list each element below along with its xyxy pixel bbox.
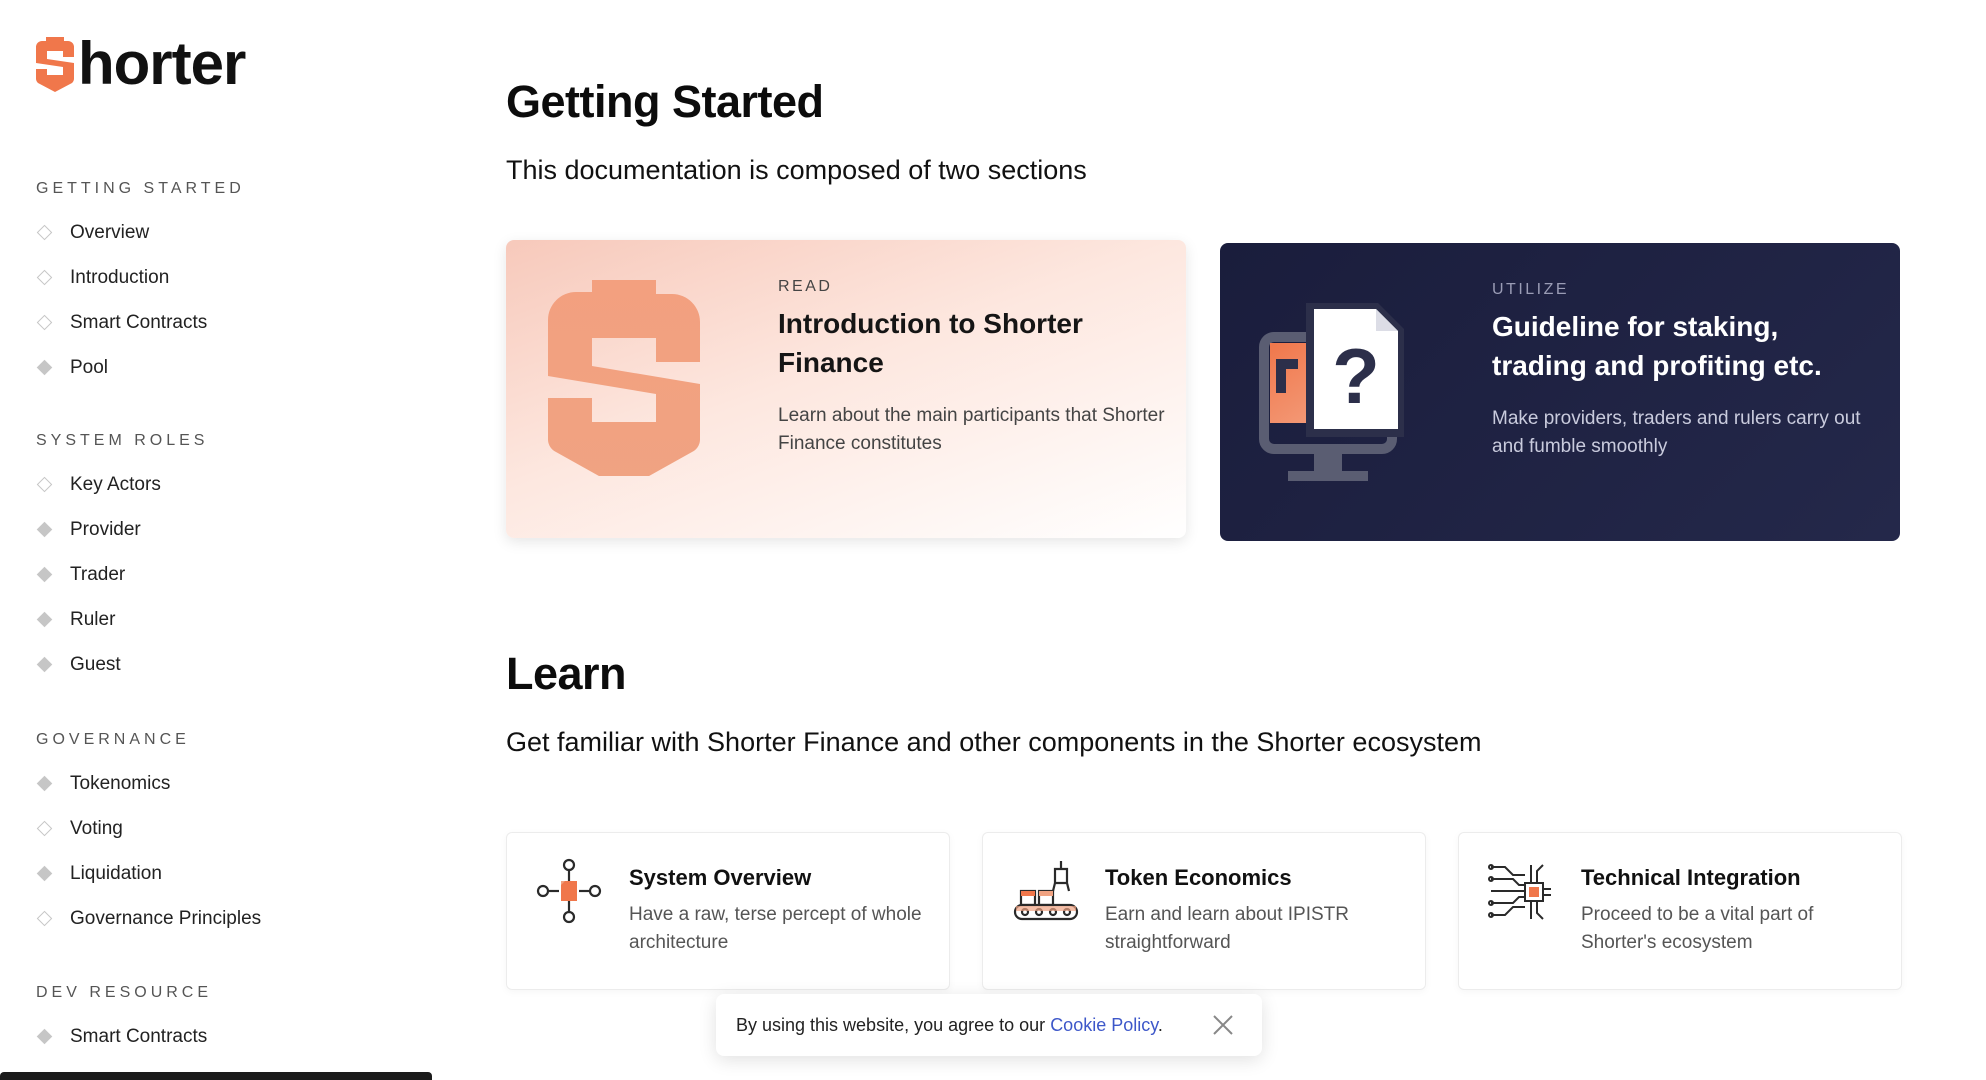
sidebar-item-key-actors[interactable]: Key Actors — [36, 462, 208, 507]
sidebar-item-label: Ruler — [70, 608, 116, 630]
sidebar-item-voting[interactable]: Voting — [36, 806, 261, 851]
brand-name: horter — [78, 30, 246, 97]
cookie-suffix: . — [1157, 1014, 1163, 1035]
sidebar-item-label: Governance Principles — [70, 907, 262, 929]
diamond-icon — [36, 1028, 53, 1045]
sidebar-item-trader[interactable]: Trader — [36, 552, 208, 597]
sidebar-item-label: Liquidation — [70, 862, 162, 884]
sidebar-item-label: Voting — [70, 817, 123, 839]
diamond-icon — [36, 359, 53, 376]
card-title: System Overview — [629, 865, 812, 890]
diamond-icon — [36, 521, 53, 538]
nav-heading: DEV RESOURCE — [36, 984, 213, 1001]
sidebar-item-pool[interactable]: Pool — [36, 345, 245, 390]
card-title: Technical Integration — [1581, 865, 1801, 890]
scroll-bar[interactable] — [0, 1072, 432, 1080]
sidebar-item-liquidation[interactable]: Liquidation — [36, 851, 261, 896]
sidebar-item-label: Smart Contracts — [70, 1025, 208, 1047]
network-node-icon — [536, 858, 602, 924]
diamond-icon — [36, 820, 53, 837]
sidebar-item-smart-contracts[interactable]: Smart Contracts — [36, 300, 245, 345]
card-description: Earn and learn about IPISTR straightforw… — [1105, 904, 1349, 953]
sidebar-item-dev-smart-contracts[interactable]: Smart Contracts — [36, 1014, 212, 1059]
card-technical-integration[interactable]: Technical Integration Proceed to be a vi… — [1458, 832, 1902, 990]
diamond-icon — [36, 314, 53, 331]
card-description: Learn about the main participants that S… — [778, 405, 1165, 454]
sidebar-item-label: Tokenomics — [70, 772, 171, 794]
sidebar-item-provider[interactable]: Provider — [36, 507, 208, 552]
shorter-logo-icon — [548, 280, 700, 476]
sidebar-item-label: Guest — [70, 653, 121, 675]
card-title: Guideline for staking, trading and profi… — [1492, 311, 1822, 381]
page-title: Getting Started — [506, 76, 824, 127]
card-system-overview[interactable]: System Overview Have a raw, terse percep… — [506, 832, 950, 990]
cookie-message: By using this website, you agree to our — [736, 1014, 1051, 1035]
card-description: Make providers, traders and rulers carry… — [1492, 408, 1861, 457]
card-token-economics[interactable]: Token Economics Earn and learn about IPI… — [982, 832, 1426, 990]
sidebar-item-guest[interactable]: Guest — [36, 642, 208, 687]
shorter-logo-icon — [36, 37, 74, 92]
sidebar-item-label: Introduction — [70, 266, 170, 288]
sidebar-item-label: Provider — [70, 518, 141, 540]
computer-question-icon: ? — [1259, 303, 1404, 481]
nav-section-governance: GOVERNANCE Tokenomics Voting Liquidation… — [36, 729, 261, 941]
card-description: Proceed to be a vital part of Shorter's … — [1581, 904, 1814, 953]
card-eyebrow: UTILIZE — [1492, 281, 1570, 298]
card-eyebrow: READ — [778, 278, 833, 295]
diamond-icon — [36, 910, 53, 927]
card-guideline[interactable]: ? UTILIZE Guideline for staking, trading… — [1220, 243, 1900, 541]
nav-heading: GOVERNANCE — [36, 731, 190, 748]
conveyor-belt-icon — [1013, 861, 1079, 921]
diamond-icon — [36, 865, 53, 882]
svg-text:?: ? — [1332, 332, 1380, 420]
page-subtitle: This documentation is composed of two se… — [506, 155, 1087, 185]
sidebar-item-label: Key Actors — [70, 473, 161, 495]
sidebar-item-label: Overview — [70, 221, 150, 243]
card-title: Token Economics — [1105, 865, 1292, 890]
diamond-icon — [36, 224, 53, 241]
sidebar-item-overview[interactable]: Overview — [36, 210, 245, 255]
nav-heading: SYSTEM ROLES — [36, 432, 209, 449]
cookie-policy-link[interactable]: Cookie Policy — [1050, 1015, 1158, 1035]
section-title-learn: Learn — [506, 648, 627, 699]
circuit-chip-icon — [1488, 864, 1551, 920]
section-subtitle-learn: Get familiar with Shorter Finance and ot… — [506, 727, 1482, 757]
sidebar-item-introduction[interactable]: Introduction — [36, 255, 245, 300]
sidebar-item-label: Pool — [70, 356, 109, 378]
brand-logo[interactable]: horter — [34, 30, 246, 97]
nav-section-system-roles: SYSTEM ROLES Key Actors Provider Trader … — [36, 430, 208, 687]
close-icon[interactable] — [1210, 1012, 1236, 1038]
sidebar: horter GETTING STARTED Overview Introduc… — [0, 0, 440, 1080]
nav-heading: GETTING STARTED — [36, 180, 245, 197]
card-title: Introduction to Shorter Finance — [778, 308, 1083, 378]
diamond-icon — [36, 476, 53, 493]
sidebar-item-tokenomics[interactable]: Tokenomics — [36, 761, 261, 806]
sidebar-item-label: Trader — [70, 563, 126, 585]
cookie-banner: By using this website, you agree to our … — [716, 994, 1262, 1056]
card-introduction[interactable]: READ Introduction to Shorter Finance Lea… — [506, 240, 1186, 538]
cookie-text: By using this website, you agree to our … — [736, 1015, 1163, 1036]
card-description: Have a raw, terse percept of whole archi… — [629, 904, 922, 953]
diamond-icon — [36, 269, 53, 286]
nav-section-getting-started: GETTING STARTED Overview Introduction Sm… — [36, 178, 245, 390]
diamond-icon — [36, 611, 53, 628]
sidebar-item-label: Smart Contracts — [70, 311, 208, 333]
diamond-icon — [36, 775, 53, 792]
diamond-icon — [36, 656, 53, 673]
diamond-icon — [36, 566, 53, 583]
sidebar-item-ruler[interactable]: Ruler — [36, 597, 208, 642]
sidebar-item-governance-principles[interactable]: Governance Principles — [36, 896, 261, 941]
nav-section-dev-resource: DEV RESOURCE Smart Contracts — [36, 982, 212, 1059]
